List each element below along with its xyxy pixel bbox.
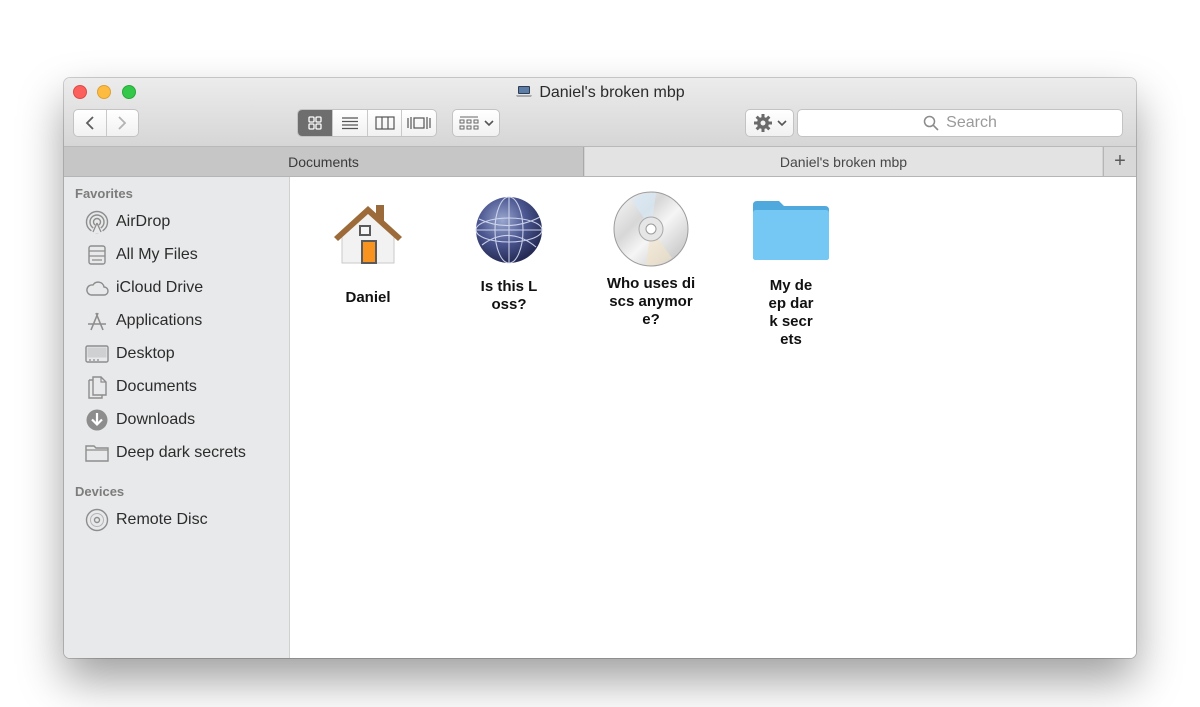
cover-flow-view-icon — [407, 117, 431, 129]
file-label: Is this Loss? — [480, 278, 538, 313]
sidebar-item-label: All My Files — [116, 246, 198, 263]
file-item-who-uses-discs-anymore[interactable]: Who uses discs anymore? — [605, 190, 697, 329]
airdrop-icon — [84, 210, 109, 235]
disc-icon — [84, 508, 109, 533]
cd-disc-icon — [612, 190, 690, 268]
column-view-button[interactable] — [366, 110, 402, 136]
action-button[interactable] — [745, 109, 794, 137]
sidebar-item-deep-dark-secrets[interactable]: Deep dark secrets — [84, 439, 246, 467]
sidebar-item-icloud-drive[interactable]: iCloud Drive — [84, 274, 203, 302]
devices-section-title: Devices — [75, 484, 125, 499]
sidebar-item-remote-disc[interactable]: Remote Disc — [84, 506, 208, 534]
sidebar-item-label: Applications — [116, 312, 203, 329]
favorites-section-title: Favorites — [75, 186, 133, 201]
toolbar: Daniel's broken mbp Search — [64, 78, 1136, 147]
file-item-my-deep-dark-secrets[interactable]: My deep dark secrets — [751, 199, 831, 349]
home-icon — [330, 199, 406, 275]
sidebar-item-label: iCloud Drive — [116, 279, 204, 296]
network-globe-icon — [474, 195, 544, 265]
file-label: Who uses discs anymore? — [606, 275, 696, 328]
sidebar-item-label: Desktop — [116, 345, 175, 362]
search-placeholder: Search — [946, 114, 997, 131]
tab-daniels-broken-mbp[interactable]: Daniel's broken mbp — [585, 147, 1102, 176]
sidebar-item-airdrop[interactable]: AirDrop — [84, 208, 170, 236]
downloads-icon — [84, 408, 109, 433]
plus-icon: + — [1114, 150, 1126, 172]
sidebar-item-label: Downloads — [116, 411, 196, 428]
icon-view-button[interactable] — [298, 110, 333, 136]
cover-flow-view-button[interactable] — [401, 110, 436, 136]
sidebar-item-label: Remote Disc — [116, 511, 208, 528]
chevron-right-icon — [118, 116, 127, 130]
sidebar-item-documents[interactable]: Documents — [84, 373, 197, 401]
gear-icon — [753, 114, 772, 132]
navigation-buttons — [73, 109, 139, 137]
sidebar-item-label: Deep dark secrets — [116, 444, 246, 461]
new-tab-button[interactable]: + — [1103, 147, 1136, 176]
file-item-daniel[interactable]: Daniel — [324, 199, 412, 307]
back-button[interactable] — [74, 110, 106, 136]
file-label: My deep dark secrets — [768, 277, 814, 348]
tab-label: Daniel's broken mbp — [779, 153, 908, 170]
sidebar-item-all-my-files[interactable]: All My Files — [84, 241, 198, 269]
tab-bar: Documents Daniel's broken mbp + — [64, 147, 1136, 177]
forward-button[interactable] — [105, 110, 138, 136]
icon-view-icon — [308, 116, 322, 130]
file-label: Daniel — [345, 289, 391, 306]
file-grid: Daniel Is this Loss? Who uses discs anym… — [291, 177, 1136, 658]
laptop-icon — [515, 85, 533, 103]
chevron-down-icon — [483, 120, 494, 127]
list-view-button[interactable] — [332, 110, 367, 136]
sidebar: Favorites AirDrop All My Files iCloud Dr… — [64, 177, 290, 658]
finder-window: Daniel's broken mbp Search Documents Dan… — [64, 78, 1136, 658]
column-view-icon — [375, 116, 395, 130]
tab-documents[interactable]: Documents — [64, 147, 584, 176]
search-field[interactable]: Search — [797, 109, 1123, 137]
sidebar-item-desktop[interactable]: Desktop — [84, 340, 175, 368]
folder-icon — [84, 441, 109, 466]
documents-icon — [84, 375, 109, 400]
sidebar-item-downloads[interactable]: Downloads — [84, 406, 195, 434]
arrange-button[interactable] — [452, 109, 500, 137]
desktop-icon — [84, 342, 109, 367]
view-mode-selector — [297, 109, 437, 137]
search-icon — [923, 115, 939, 131]
blue-folder-icon — [751, 199, 831, 261]
tab-label: Documents — [288, 153, 359, 170]
chevron-down-icon — [776, 120, 787, 127]
list-view-icon — [342, 117, 359, 130]
window-title: Daniel's broken mbp — [539, 84, 685, 101]
sidebar-item-applications[interactable]: Applications — [84, 307, 202, 335]
chevron-left-icon — [85, 116, 94, 130]
file-item-is-this-loss[interactable]: Is this Loss? — [465, 195, 553, 314]
all-files-icon — [84, 243, 109, 268]
cloud-icon — [84, 276, 109, 301]
window-title-bar: Daniel's broken mbp — [64, 84, 1136, 104]
arrange-grid-icon — [459, 116, 478, 130]
sidebar-item-label: Documents — [116, 378, 197, 395]
sidebar-item-label: AirDrop — [116, 213, 171, 230]
applications-icon — [84, 309, 109, 334]
